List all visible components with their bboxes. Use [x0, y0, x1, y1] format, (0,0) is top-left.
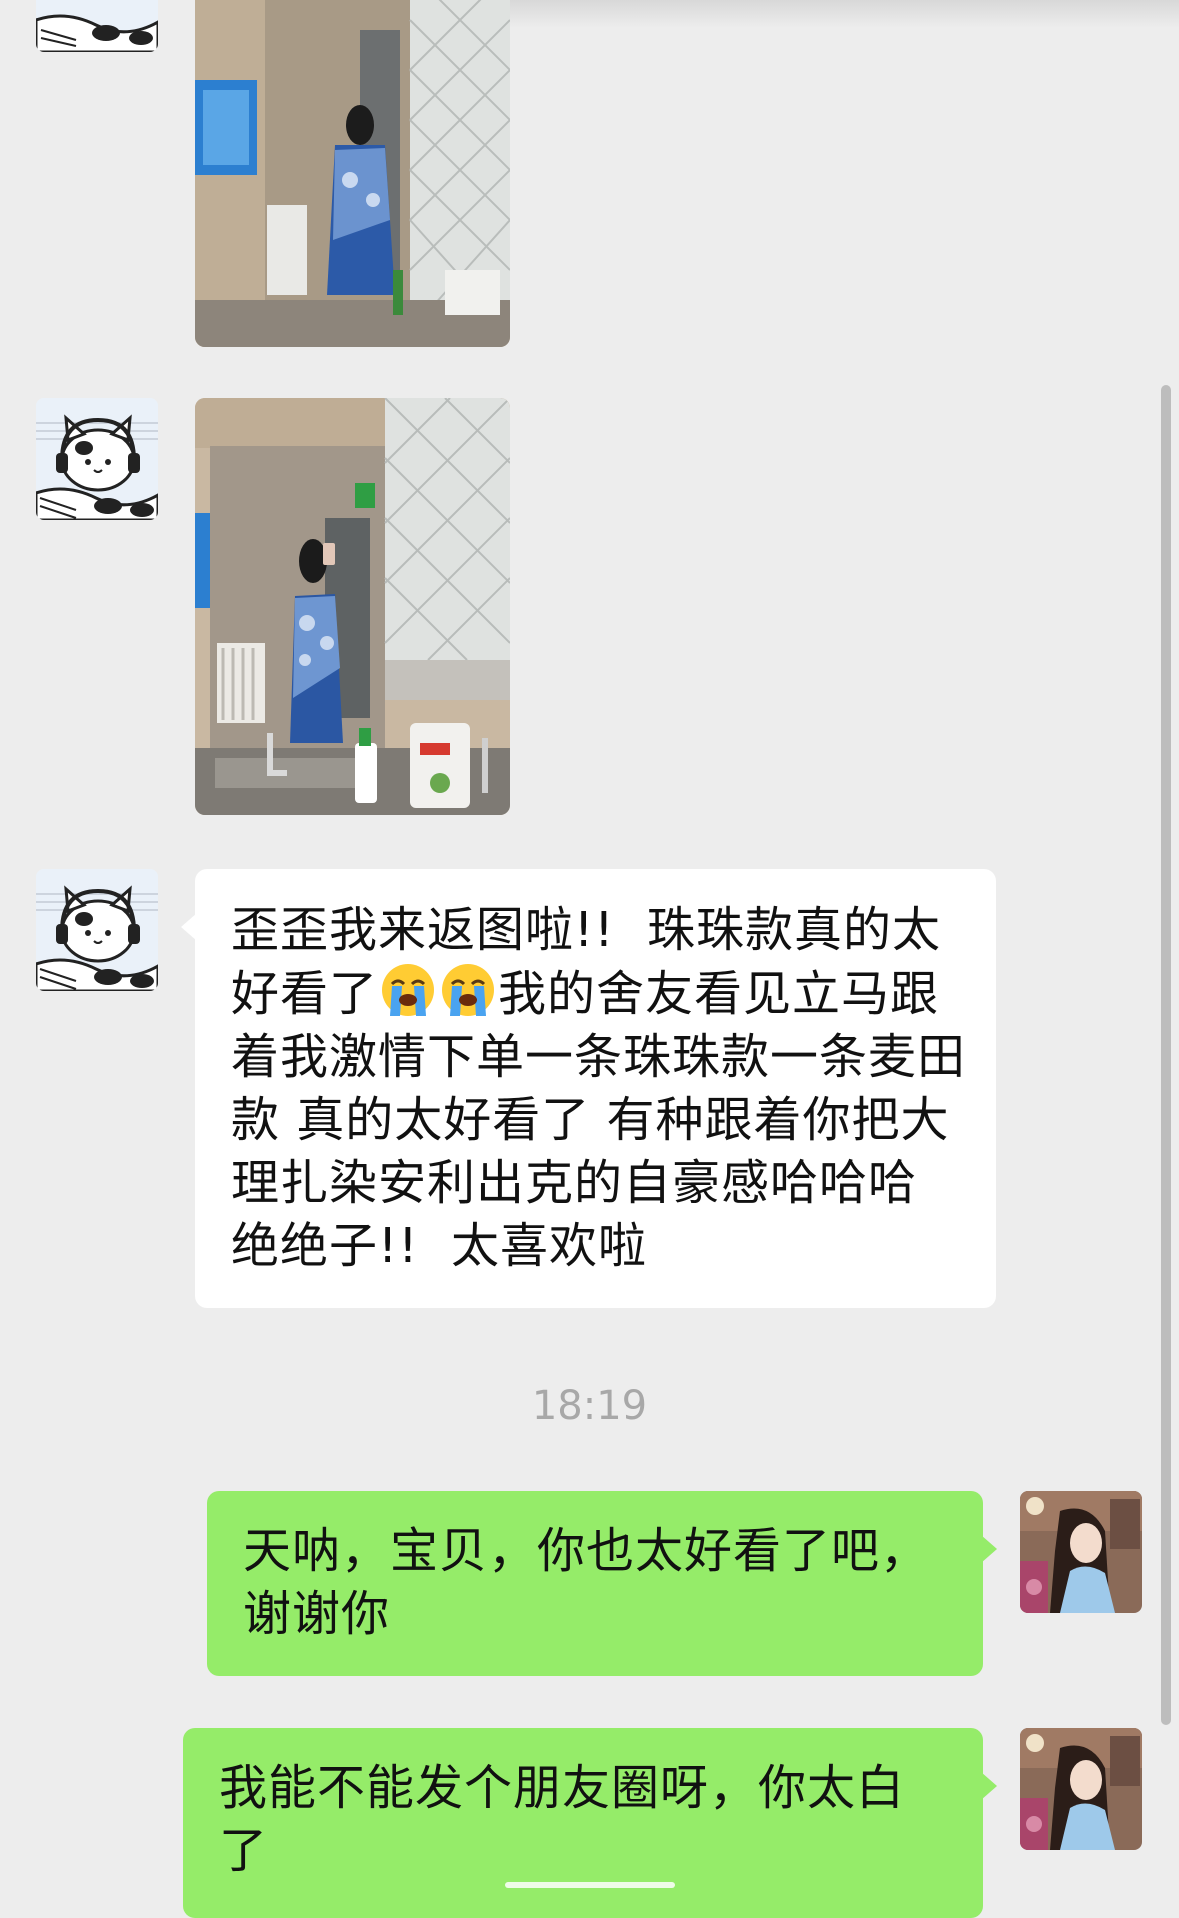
cow-cat-headphones-avatar-icon [36, 869, 158, 991]
mirror-selfie-photo [195, 0, 510, 347]
scrollbar[interactable] [1161, 385, 1171, 1725]
top-shadow [480, 0, 1179, 28]
contact-avatar[interactable] [36, 0, 158, 52]
loudly-crying-face-emoji-icon [442, 964, 495, 1016]
message-bubble-incoming[interactable]: 歪歪我来返图啦!! 珠珠款真的太好看了 我的舍友看见立马跟着我激情下单一条珠珠款一… [181, 869, 996, 1308]
user-portrait-avatar [1020, 1491, 1142, 1613]
message-text: 我能不能发个朋友圈呀，你太白了 [219, 1760, 906, 1879]
contact-avatar[interactable] [36, 869, 158, 991]
message-bubble-outgoing[interactable]: 天呐，宝贝，你也太好看了吧，谢谢你 [207, 1491, 997, 1676]
my-avatar[interactable] [1020, 1728, 1142, 1850]
contact-avatar[interactable] [36, 398, 158, 520]
loudly-crying-face-emoji-icon [382, 964, 435, 1016]
my-avatar[interactable] [1020, 1491, 1142, 1613]
photo-message[interactable] [195, 398, 510, 815]
chat-timestamp: 18:19 [531, 1383, 648, 1429]
message-text: 天呐，宝贝，你也太好看了吧，谢谢你 [243, 1523, 930, 1642]
cow-cat-headphones-avatar-icon [36, 0, 158, 52]
cow-cat-headphones-avatar-icon [36, 398, 158, 520]
mirror-selfie-photo [195, 398, 510, 815]
user-portrait-avatar [1020, 1728, 1142, 1850]
photo-message[interactable] [195, 0, 510, 347]
message-bubble-outgoing[interactable]: 我能不能发个朋友圈呀，你太白了 [183, 1728, 997, 1918]
home-indicator[interactable] [505, 1882, 675, 1888]
